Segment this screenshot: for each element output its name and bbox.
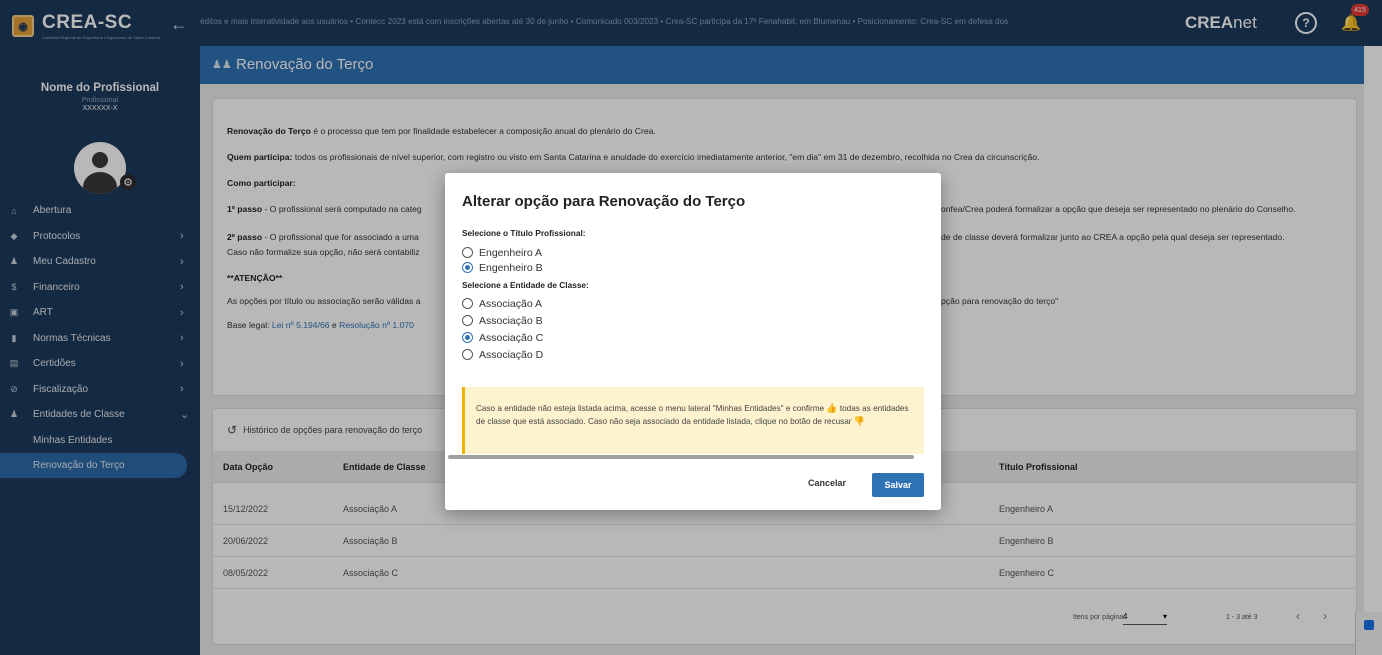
page-root: ◉ CREA-SC Conselho Regional de Engenhari…: [0, 0, 1382, 655]
radio-label: Associação A: [479, 297, 543, 310]
radio-title-1[interactable]: Engenheiro B: [462, 261, 543, 274]
radio-label: Associação C: [479, 331, 544, 344]
radio-label: Associação D: [479, 348, 544, 361]
alert-text-a: Caso a entidade não esteja listada acima…: [476, 404, 827, 413]
change-option-dialog: Alterar opção para Renovação do Terço Se…: [445, 173, 941, 510]
radio-label: Associação B: [479, 314, 543, 327]
radio-entity-1[interactable]: Associação B: [462, 314, 543, 327]
radio-label: Engenheiro A: [479, 246, 543, 259]
cancel-button[interactable]: Cancelar: [808, 478, 846, 488]
radio-circle[interactable]: [462, 332, 473, 343]
dialog-scrollbar[interactable]: [448, 455, 914, 459]
radio-label: Engenheiro B: [479, 261, 543, 274]
radio-circle[interactable]: [462, 315, 473, 326]
radio-title-0[interactable]: Engenheiro A: [462, 246, 542, 259]
radio-circle[interactable]: [462, 349, 473, 360]
thumbs-down-icon: 👎: [853, 416, 866, 426]
radio-entity-2[interactable]: Associação C: [462, 331, 543, 344]
radio-entity-3[interactable]: Associação D: [462, 348, 543, 361]
entity-alert: Caso a entidade não esteja listada acima…: [462, 387, 924, 457]
radio-circle[interactable]: [462, 247, 473, 258]
radio-circle[interactable]: [462, 262, 473, 273]
radio-entity-0[interactable]: Associação A: [462, 297, 542, 310]
alert-text: Caso a entidade não esteja listada acima…: [476, 402, 916, 428]
thumbs-up-icon: 👍: [826, 403, 838, 413]
save-button[interactable]: Salvar: [872, 473, 924, 497]
dialog-title: Alterar opção para Renovação do Terço: [462, 193, 746, 210]
radio-circle[interactable]: [462, 298, 473, 309]
entity-select-label: Selecione a Entidade de Classe:: [462, 280, 589, 290]
title-select-label: Selecione o Título Profissional:: [462, 228, 586, 238]
